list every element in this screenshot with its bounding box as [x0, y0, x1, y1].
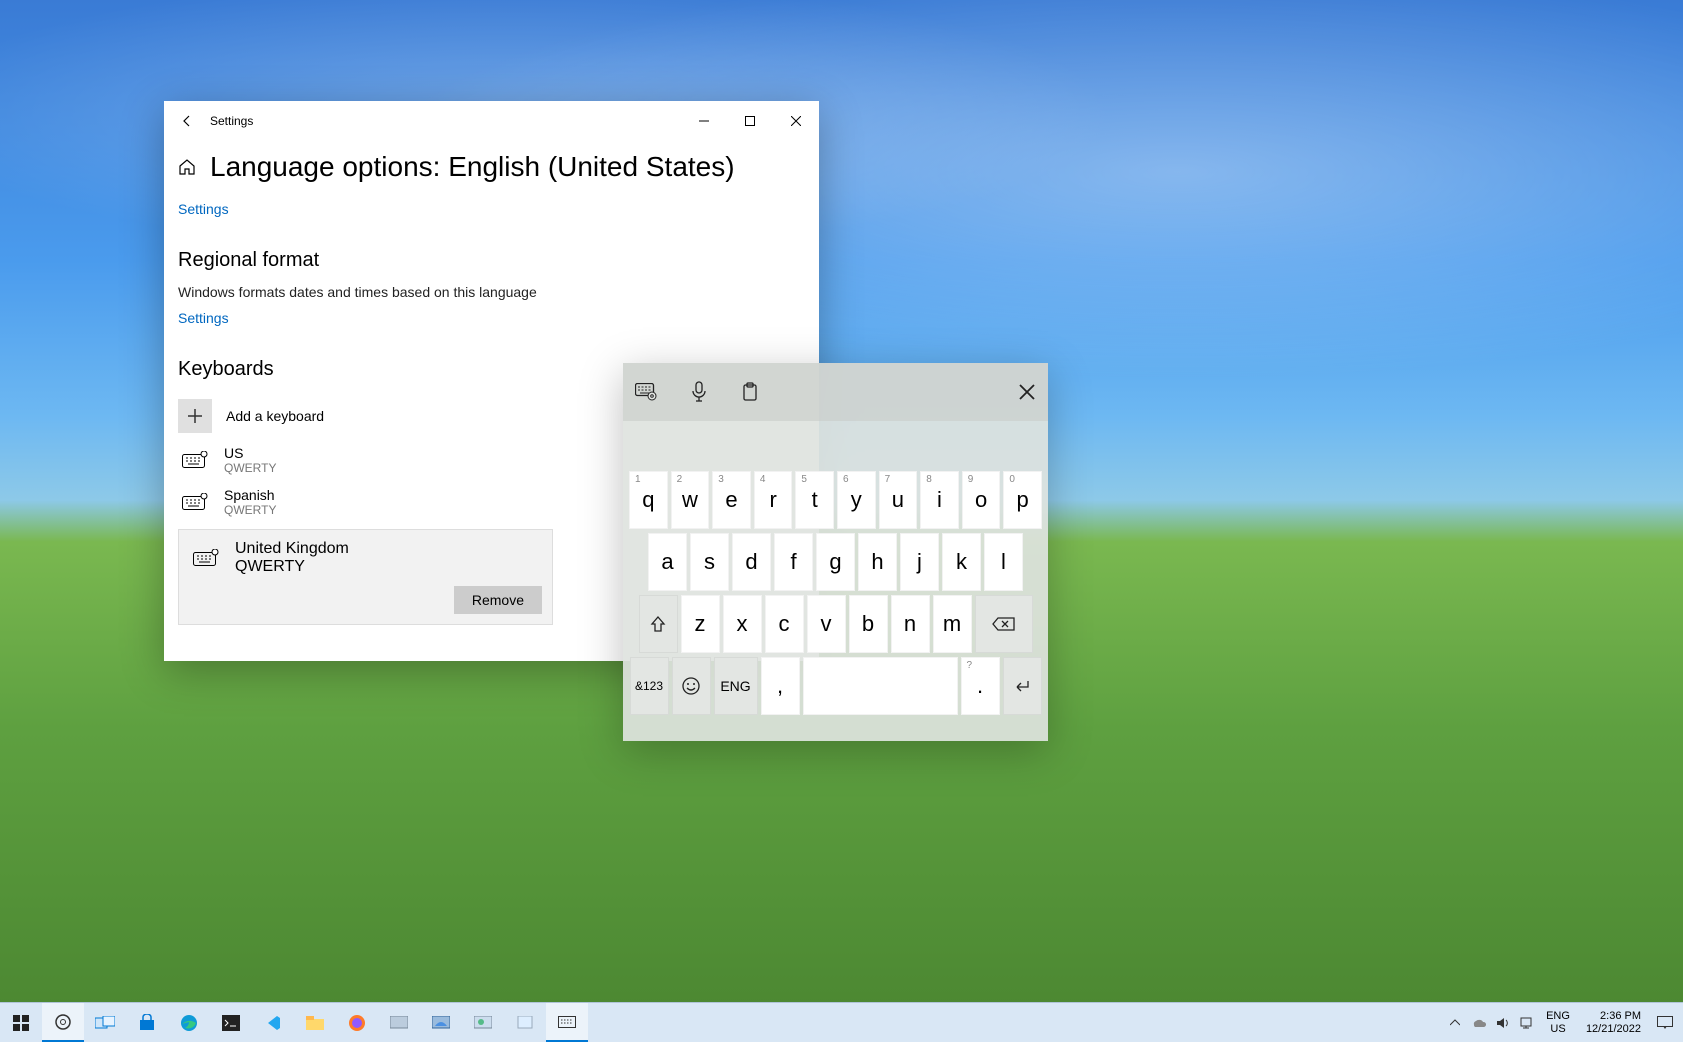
enter-key[interactable] — [1003, 657, 1042, 715]
key-p[interactable]: 0p — [1003, 471, 1042, 529]
start-button[interactable] — [0, 1003, 42, 1042]
keyboard-icon — [191, 548, 221, 568]
key-d[interactable]: d — [732, 533, 771, 591]
key-i[interactable]: 8i — [920, 471, 959, 529]
key-s[interactable]: s — [690, 533, 729, 591]
back-button[interactable] — [164, 114, 210, 128]
keyboard-icon — [180, 492, 210, 512]
key-a[interactable]: a — [648, 533, 687, 591]
taskbar-edge[interactable] — [168, 1003, 210, 1042]
keyboard-layout: QWERTY — [235, 558, 349, 576]
key-v[interactable]: v — [807, 595, 846, 653]
taskbar-terminal[interactable] — [210, 1003, 252, 1042]
key-m[interactable]: m — [933, 595, 972, 653]
regional-format-desc: Windows formats dates and times based on… — [178, 284, 805, 300]
osk-toolbar — [623, 363, 1048, 421]
add-keyboard-label: Add a keyboard — [226, 408, 324, 424]
tray-chevron-icon[interactable] — [1444, 1019, 1466, 1027]
keyboard-layout: QWERTY — [224, 503, 276, 517]
language-indicator[interactable]: ENG US — [1540, 1010, 1576, 1034]
close-button[interactable] — [773, 101, 819, 141]
key-b[interactable]: b — [849, 595, 888, 653]
key-w[interactable]: 2w — [671, 471, 710, 529]
microphone-icon[interactable] — [691, 381, 707, 403]
taskbar-store[interactable] — [126, 1003, 168, 1042]
taskbar-app-3[interactable] — [462, 1003, 504, 1042]
key-j[interactable]: j — [900, 533, 939, 591]
key-y[interactable]: 6y — [837, 471, 876, 529]
taskbar-taskview[interactable] — [84, 1003, 126, 1042]
key-u[interactable]: 7u — [879, 471, 918, 529]
keyboard-layout: QWERTY — [224, 461, 276, 475]
taskbar-app-1[interactable] — [378, 1003, 420, 1042]
keyboard-name: US — [224, 445, 276, 461]
keyboard-icon — [180, 450, 210, 470]
taskbar-app-2[interactable] — [420, 1003, 462, 1042]
key-k[interactable]: k — [942, 533, 981, 591]
backspace-key[interactable] — [975, 595, 1033, 653]
keyboard-item-uk-selected[interactable]: United Kingdom QWERTY Remove — [178, 529, 553, 625]
tray-volume-icon[interactable] — [1492, 1017, 1514, 1029]
space-key[interactable] — [803, 657, 958, 715]
key-r[interactable]: 4r — [754, 471, 793, 529]
key-x[interactable]: x — [723, 595, 762, 653]
keyboard-name: Spanish — [224, 487, 276, 503]
remove-button[interactable]: Remove — [454, 586, 542, 614]
key-e[interactable]: 3e — [712, 471, 751, 529]
tray-network-icon[interactable] — [1516, 1017, 1538, 1029]
key-o[interactable]: 9o — [962, 471, 1001, 529]
regional-format-title: Regional format — [178, 249, 805, 272]
window-title: Settings — [210, 114, 253, 128]
titlebar: Settings — [164, 101, 819, 141]
shift-key[interactable] — [639, 595, 678, 653]
key-row-2: asdfghjkl — [629, 533, 1042, 591]
comma-key[interactable]: , — [761, 657, 800, 715]
key-z[interactable]: z — [681, 595, 720, 653]
taskbar-osk[interactable] — [546, 1003, 588, 1042]
regional-settings-link[interactable]: Settings — [178, 310, 229, 326]
key-t[interactable]: 5t — [795, 471, 834, 529]
key-n[interactable]: n — [891, 595, 930, 653]
taskbar-explorer[interactable] — [294, 1003, 336, 1042]
clipboard-icon[interactable] — [741, 382, 759, 402]
key-row-3: zxcvbnm — [629, 595, 1042, 653]
minimize-button[interactable] — [681, 101, 727, 141]
keyboard-settings-icon[interactable] — [635, 383, 657, 401]
taskbar-firefox[interactable] — [336, 1003, 378, 1042]
key-g[interactable]: g — [816, 533, 855, 591]
key-row-1: 1q2w3e4r5t6y7u8i9o0p — [629, 471, 1042, 529]
symbols-key[interactable]: &123 — [630, 657, 669, 715]
key-l[interactable]: l — [984, 533, 1023, 591]
language-key[interactable]: ENG — [714, 657, 758, 715]
taskbar: ENG US 2:36 PM 12/21/2022 — [0, 1002, 1683, 1042]
keyboard-name: United Kingdom — [235, 540, 349, 558]
period-key[interactable]: ? . — [961, 657, 1000, 715]
key-row-4: &123 ENG , ? . — [629, 657, 1042, 715]
taskbar-settings[interactable] — [42, 1003, 84, 1042]
taskbar-app-4[interactable] — [504, 1003, 546, 1042]
plus-icon — [178, 399, 212, 433]
emoji-key[interactable] — [672, 657, 711, 715]
page-title: Language options: English (United States… — [210, 151, 735, 183]
tray-onedrive-icon[interactable] — [1468, 1018, 1490, 1028]
clock[interactable]: 2:36 PM 12/21/2022 — [1578, 1010, 1649, 1034]
taskbar-vscode[interactable] — [252, 1003, 294, 1042]
key-h[interactable]: h — [858, 533, 897, 591]
close-osk-button[interactable] — [1018, 383, 1036, 401]
key-f[interactable]: f — [774, 533, 813, 591]
key-q[interactable]: 1q — [629, 471, 668, 529]
home-icon[interactable] — [178, 158, 196, 176]
settings-link-top[interactable]: Settings — [178, 201, 229, 217]
action-center-icon[interactable] — [1651, 1016, 1679, 1030]
key-c[interactable]: c — [765, 595, 804, 653]
onscreen-keyboard: 1q2w3e4r5t6y7u8i9o0p asdfghjkl zxcvbnm &… — [623, 363, 1048, 741]
maximize-button[interactable] — [727, 101, 773, 141]
